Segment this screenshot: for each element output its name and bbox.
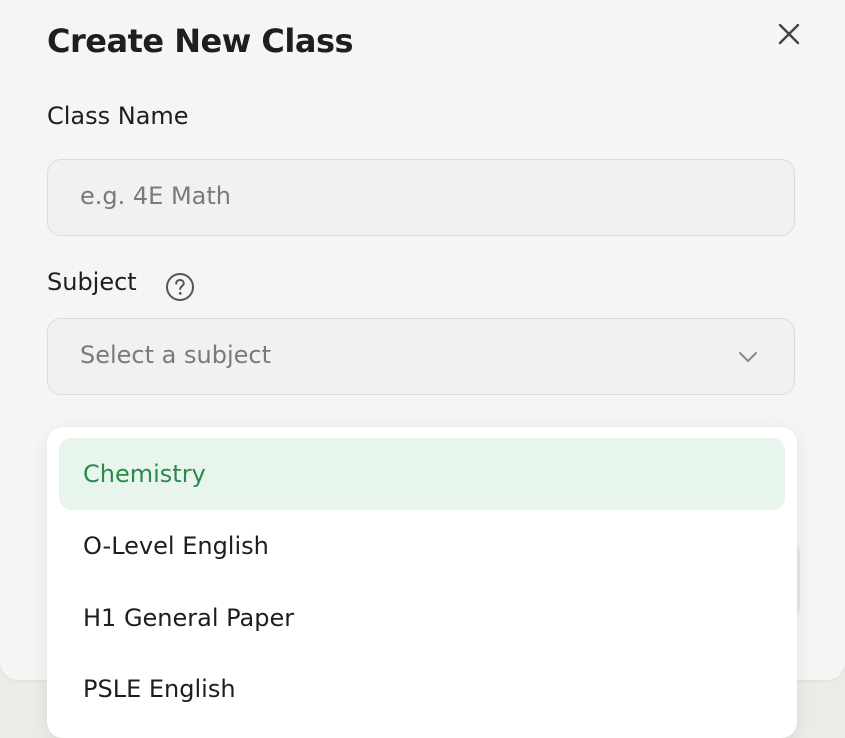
- option-label: O-Level English: [83, 532, 269, 560]
- option-label: Chemistry: [83, 460, 206, 488]
- subject-option-psle-english[interactable]: PSLE English: [59, 653, 785, 725]
- class-name-input[interactable]: e.g. 4E Math: [47, 159, 795, 236]
- subject-option-o-level-english[interactable]: O-Level English: [59, 510, 785, 582]
- option-label: H1 General Paper: [83, 604, 295, 632]
- modal-title: Create New Class: [47, 22, 354, 60]
- subject-select[interactable]: Select a subject: [47, 318, 795, 395]
- subject-label: Subject: [47, 268, 137, 296]
- subject-dropdown-list: Chemistry O-Level English H1 General Pap…: [47, 427, 797, 738]
- class-name-label: Class Name: [47, 102, 189, 130]
- chevron-down-icon: [739, 352, 757, 362]
- close-icon: [778, 23, 800, 45]
- subject-placeholder: Select a subject: [80, 341, 271, 369]
- subject-option-chemistry[interactable]: Chemistry: [59, 438, 785, 510]
- subject-option-h1-general-paper[interactable]: H1 General Paper: [59, 582, 785, 654]
- question-circle-icon[interactable]: [164, 271, 196, 303]
- option-label: PSLE English: [83, 675, 236, 703]
- class-name-placeholder: e.g. 4E Math: [80, 182, 231, 210]
- close-button[interactable]: [770, 15, 808, 53]
